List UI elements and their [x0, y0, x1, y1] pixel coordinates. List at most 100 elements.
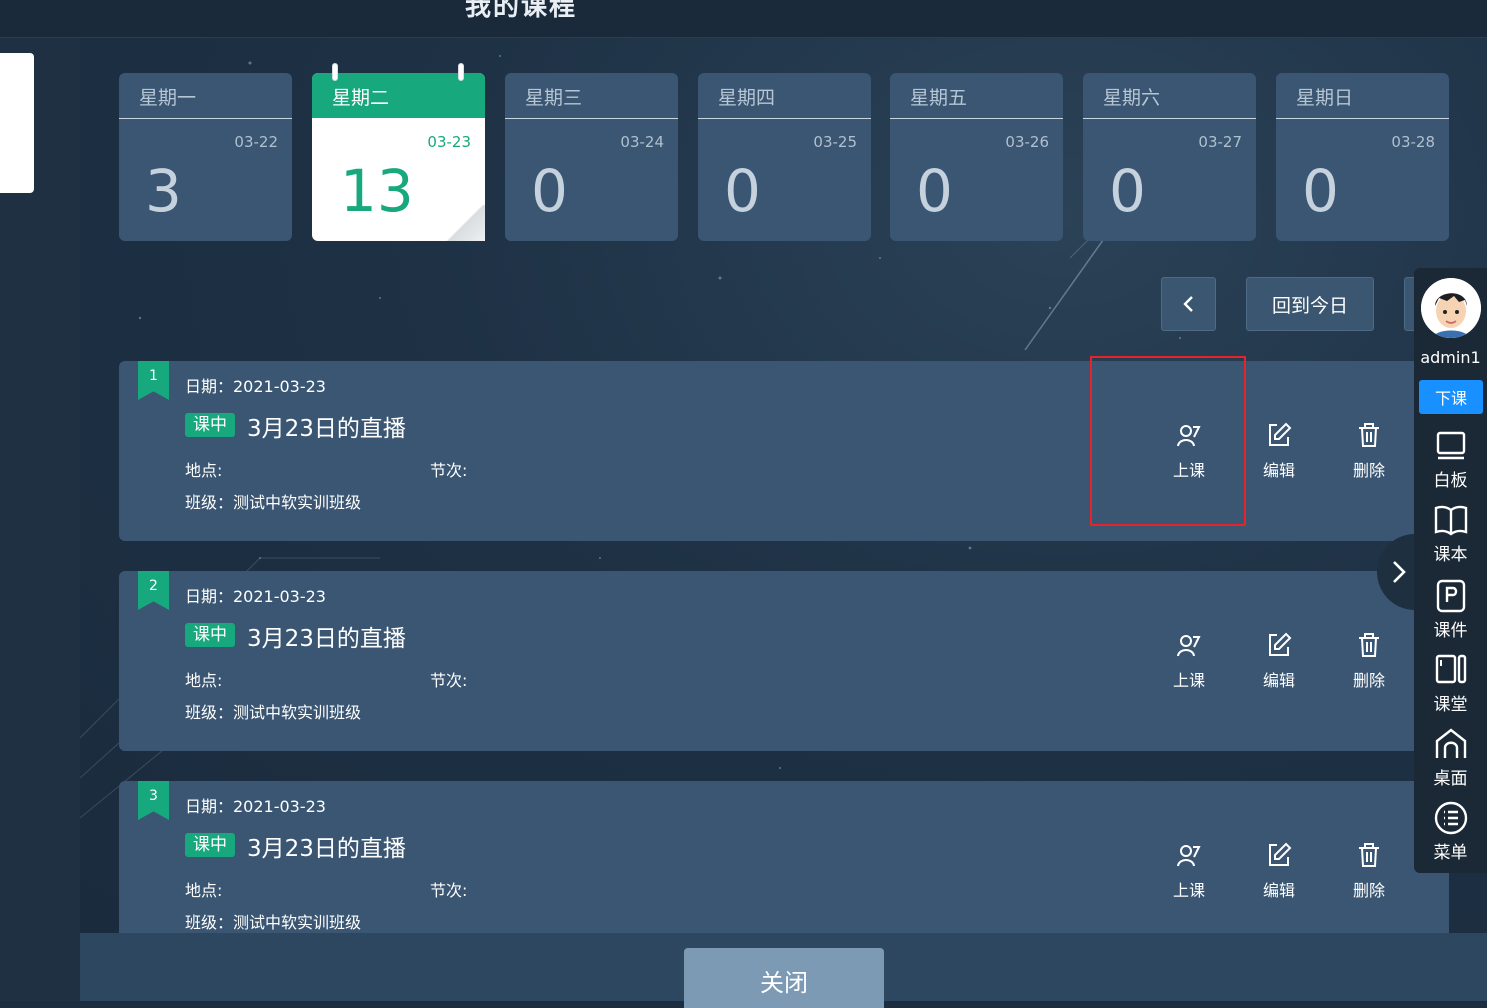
course-count: 3	[145, 157, 182, 225]
course-card: 2 日期：2021-03-23 课中 3月23日的直播 地点: 节次: 班级：测…	[119, 571, 1449, 751]
course-section: 节次:	[430, 881, 468, 900]
edit-label: 编辑	[1262, 461, 1295, 480]
chevron-right-icon	[1393, 561, 1406, 583]
delete-label: 删除	[1352, 671, 1385, 690]
close-button[interactable]: 关闭	[684, 948, 884, 1008]
course-title: 3月23日的直播	[247, 416, 406, 442]
course-title: 3月23日的直播	[247, 626, 406, 652]
start-class-icon	[1177, 635, 1201, 657]
start-class-label: 上课	[1172, 671, 1205, 690]
start-class-button[interactable]: 上课	[1159, 841, 1219, 901]
edit-icon	[1269, 842, 1292, 866]
delete-label: 删除	[1352, 461, 1385, 480]
dialog-footer: 关闭	[80, 933, 1487, 1008]
course-count: 0	[916, 157, 953, 225]
day-date: 03-23	[427, 133, 471, 151]
course-card: 1 日期：2021-03-23 课中 3月23日的直播 地点: 节次: 班级：测…	[119, 361, 1449, 541]
day-name: 星期三	[525, 87, 583, 109]
edit-icon	[1269, 422, 1292, 446]
day-name: 星期二	[332, 87, 390, 109]
course-count: 0	[1302, 157, 1339, 225]
menu-icon	[1434, 801, 1467, 835]
avatar[interactable]	[1421, 278, 1481, 338]
start-class-label: 上课	[1172, 881, 1205, 900]
course-date: 日期：2021-03-23	[185, 587, 326, 606]
day-card-thursday[interactable]: 星期四 03-25 0	[698, 73, 871, 241]
day-card-friday[interactable]: 星期五 03-26 0	[890, 73, 1063, 241]
chevron-left-icon	[1182, 296, 1193, 312]
toolbar-label: 课堂	[1433, 695, 1468, 715]
day-card-saturday[interactable]: 星期六 03-27 0	[1083, 73, 1256, 241]
day-date: 03-24	[620, 133, 664, 151]
highlight-box	[1090, 356, 1246, 526]
course-count: 0	[724, 157, 761, 225]
delete-button[interactable]: 删除	[1339, 631, 1399, 691]
day-card-tuesday[interactable]: 星期二 03-23 13	[312, 63, 485, 241]
toolbar-item-courseware[interactable]: 课件	[1414, 578, 1487, 641]
calendar-ring-icon	[458, 63, 464, 81]
toolbar-label: 课本	[1433, 545, 1468, 565]
edit-button[interactable]: 编辑	[1249, 631, 1309, 691]
page-curl-icon	[445, 205, 485, 241]
toolbar-item-whiteboard[interactable]: 白板	[1414, 428, 1487, 491]
course-date: 日期：2021-03-23	[185, 797, 326, 816]
divider	[1083, 118, 1256, 119]
end-class-button[interactable]: 下课	[1419, 380, 1483, 414]
user-avatar-icon	[1421, 278, 1481, 338]
divider	[890, 118, 1063, 119]
toolbar-label: 桌面	[1433, 769, 1468, 789]
trash-icon	[1359, 843, 1379, 867]
courseware-icon	[1436, 579, 1465, 613]
toolbar-label: 白板	[1433, 471, 1468, 491]
delete-button[interactable]: 删除	[1339, 421, 1399, 481]
edit-label: 编辑	[1262, 671, 1295, 690]
day-name: 星期五	[910, 87, 968, 109]
divider	[505, 118, 678, 119]
book-icon	[1434, 505, 1467, 536]
toolbar-item-textbook[interactable]: 课本	[1414, 502, 1487, 565]
day-date: 03-22	[234, 133, 278, 151]
course-count: 0	[1109, 157, 1146, 225]
whiteboard-icon	[1436, 431, 1465, 460]
desktop-icon	[1435, 728, 1466, 758]
status-badge: 课中	[185, 413, 235, 437]
course-class: 班级：测试中软实训班级	[185, 913, 362, 932]
course-index-ribbon: 3	[138, 781, 169, 820]
delete-label: 删除	[1352, 881, 1385, 900]
day-date: 03-27	[1198, 133, 1242, 151]
day-card-sunday[interactable]: 星期日 03-28 0	[1276, 73, 1449, 241]
divider	[1276, 118, 1449, 119]
day-name: 星期四	[718, 87, 776, 109]
edit-button[interactable]: 编辑	[1249, 421, 1309, 481]
prev-week-button[interactable]	[1161, 277, 1216, 331]
left-side-panel[interactable]	[0, 53, 34, 193]
toolbar-label: 菜单	[1433, 843, 1468, 863]
toolbar-item-menu[interactable]: 菜单	[1414, 800, 1487, 863]
day-date: 03-28	[1391, 133, 1435, 151]
delete-button[interactable]: 删除	[1339, 841, 1399, 901]
trash-icon	[1359, 633, 1379, 657]
right-toolbar: admin1 下课 白板 课本 课件 课堂 桌面 菜单	[1414, 268, 1487, 873]
day-card-monday[interactable]: 星期一 03-22 3	[119, 73, 292, 241]
divider	[119, 118, 292, 119]
course-section: 节次:	[430, 671, 468, 690]
back-to-today-button[interactable]: 回到今日	[1246, 277, 1374, 331]
course-location: 地点:	[185, 881, 223, 900]
edit-icon	[1269, 632, 1292, 656]
edit-button[interactable]: 编辑	[1249, 841, 1309, 901]
divider	[698, 118, 871, 119]
toolbar-item-classroom[interactable]: 课堂	[1414, 652, 1487, 715]
status-badge: 课中	[185, 623, 235, 647]
course-location: 地点:	[185, 461, 223, 480]
start-class-button[interactable]: 上课	[1159, 631, 1219, 691]
course-location: 地点:	[185, 671, 223, 690]
edit-label: 编辑	[1262, 881, 1295, 900]
classroom-icon	[1435, 654, 1466, 684]
day-card-wednesday[interactable]: 星期三 03-24 0	[505, 73, 678, 241]
toolbar-item-desktop[interactable]: 桌面	[1414, 726, 1487, 789]
course-title: 3月23日的直播	[247, 836, 406, 862]
course-dialog: 星期一 03-22 3 星期二 03-23 13 星期三 03-24 0 星期四…	[80, 38, 1487, 933]
course-card: 3 日期：2021-03-23 课中 3月23日的直播 地点: 节次: 班级：测…	[119, 781, 1449, 933]
day-date: 03-25	[813, 133, 857, 151]
course-index-ribbon: 2	[138, 571, 169, 610]
